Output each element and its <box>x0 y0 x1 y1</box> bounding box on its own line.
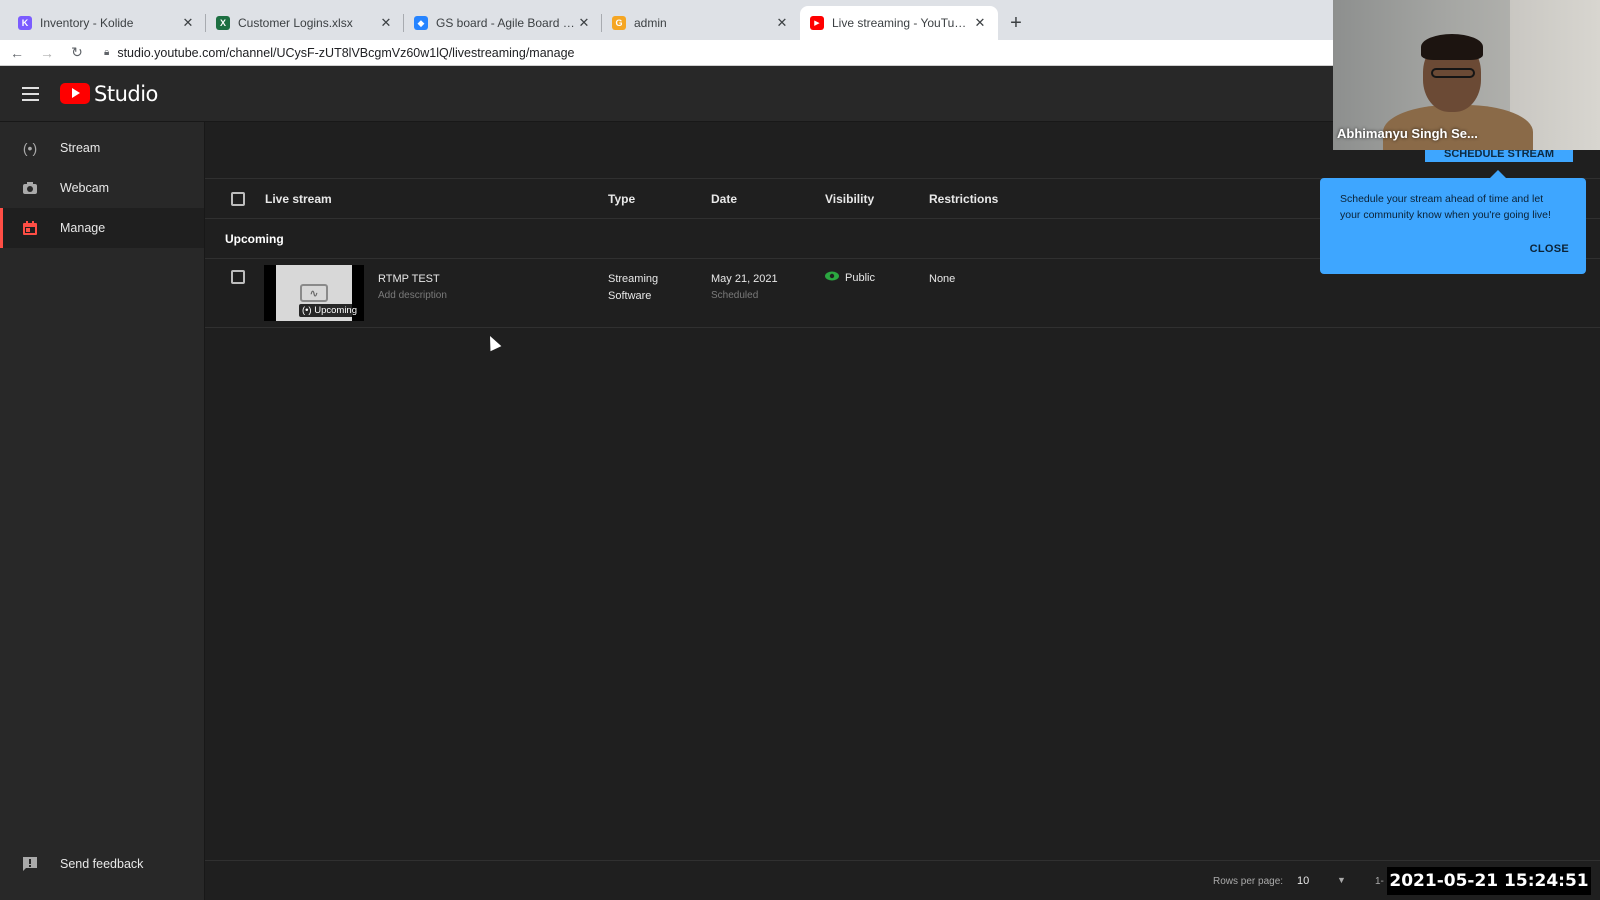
stream-thumbnail[interactable]: ∿ (•) Upcoming <box>264 265 364 321</box>
sidebar-item-label: Stream <box>60 141 101 155</box>
section-label: Upcoming <box>225 232 284 246</box>
stream-date: May 21, 2021 <box>711 273 778 285</box>
eye-icon <box>825 271 839 284</box>
column-header-visibility[interactable]: Visibility <box>825 192 874 206</box>
youtube-logo-icon <box>60 83 90 104</box>
schedule-tooltip: Schedule your stream ahead of time and l… <box>1320 170 1586 274</box>
feedback-icon <box>20 854 40 874</box>
stream-type-line2: Software <box>608 290 652 302</box>
webcam-overlay: Abhimanyu Singh Se... <box>1333 0 1600 150</box>
url-text[interactable]: studio.youtube.com/channel/UCysF-zUT8lVB… <box>117 46 574 60</box>
select-all-checkbox[interactable] <box>231 192 245 206</box>
menu-icon[interactable] <box>0 86 60 101</box>
studio-logo[interactable]: Studio <box>60 82 158 106</box>
jira-icon: ◆ <box>414 16 428 30</box>
tab-title: admin <box>634 16 667 30</box>
sidebar-item-label: Manage <box>60 221 106 235</box>
browser-tab-youtube-studio[interactable]: ▶ Live streaming - YouTube Stud ✕ <box>800 6 998 40</box>
stream-title[interactable]: RTMP TEST <box>378 273 440 285</box>
sidebar: (•) Stream Webcam Manage Send feedback <box>0 122 205 900</box>
column-header-date[interactable]: Date <box>711 192 737 206</box>
close-tab-icon[interactable]: ✕ <box>378 15 394 31</box>
admin-icon: G <box>612 16 626 30</box>
lock-icon[interactable]: 🔒︎ <box>104 47 109 58</box>
column-header-type[interactable]: Type <box>608 192 635 206</box>
stream-type-line1: Streaming <box>608 273 659 285</box>
visibility-cell[interactable]: Public <box>825 271 875 284</box>
tab-title: Customer Logins.xlsx <box>238 16 353 30</box>
webcam-person-glasses <box>1431 68 1475 78</box>
logo-text: Studio <box>94 81 158 106</box>
broadcast-icon: (•) <box>22 140 38 156</box>
participant-name: Abhimanyu Singh Se... <box>1337 126 1478 141</box>
rows-per-page-label: Rows per page: <box>1213 876 1284 887</box>
recording-timestamp: 2021-05-21 15:24:51 <box>1387 867 1591 895</box>
send-feedback-button[interactable]: Send feedback <box>0 844 205 884</box>
browser-tab-excel[interactable]: X Customer Logins.xlsx ✕ <box>206 6 404 40</box>
new-tab-button[interactable]: + <box>1002 9 1030 37</box>
live-waveform-icon: ∿ <box>300 284 328 302</box>
forward-arrow-icon[interactable]: → <box>34 45 60 61</box>
sidebar-item-label: Webcam <box>60 181 110 195</box>
camera-icon <box>20 178 40 198</box>
schedule-stream-button[interactable]: SCHEDULE STREAM <box>1425 148 1573 162</box>
back-arrow-icon[interactable]: ← <box>4 45 30 61</box>
column-header-live-stream[interactable]: Live stream <box>265 192 332 206</box>
tooltip-text: Schedule your stream ahead of time and l… <box>1340 193 1551 221</box>
page-range: 1- <box>1375 876 1384 887</box>
webcam-person-hair <box>1421 34 1483 60</box>
restrictions-value: None <box>929 273 956 285</box>
calendar-icon <box>20 218 40 238</box>
row-checkbox[interactable] <box>231 270 245 284</box>
browser-tab-kolide[interactable]: K Inventory - Kolide ✕ <box>8 6 206 40</box>
close-tab-icon[interactable]: ✕ <box>774 15 790 31</box>
sidebar-item-stream[interactable]: (•) Stream <box>0 128 204 168</box>
kolide-icon: K <box>18 16 32 30</box>
reload-icon[interactable]: ↻ <box>64 44 90 61</box>
upcoming-badge: (•) Upcoming <box>298 304 360 317</box>
column-header-restrictions[interactable]: Restrictions <box>929 192 998 206</box>
visibility-label: Public <box>845 272 875 284</box>
tab-title: Live streaming - YouTube Stud <box>832 16 972 30</box>
browser-tab-admin[interactable]: G admin ✕ <box>602 6 800 40</box>
rows-per-page-select[interactable]: 10 <box>1297 875 1309 887</box>
youtube-icon: ▶ <box>810 16 824 30</box>
feedback-label: Send feedback <box>60 857 144 871</box>
sidebar-item-manage[interactable]: Manage <box>0 208 204 248</box>
close-tab-icon[interactable]: ✕ <box>972 15 988 31</box>
sidebar-item-webcam[interactable]: Webcam <box>0 168 204 208</box>
chevron-down-icon[interactable]: ▼ <box>1337 875 1346 885</box>
tab-title: Inventory - Kolide <box>40 16 134 30</box>
excel-icon: X <box>216 16 230 30</box>
add-description-link[interactable]: Add description <box>378 290 447 301</box>
tab-title: GS board - Agile Board - Jira <box>436 16 576 30</box>
tooltip-close-button[interactable]: CLOSE <box>1530 241 1569 257</box>
stream-date-status: Scheduled <box>711 290 759 301</box>
close-tab-icon[interactable]: ✕ <box>180 15 196 31</box>
browser-tab-jira[interactable]: ◆ GS board - Agile Board - Jira ✕ <box>404 6 602 40</box>
close-tab-icon[interactable]: ✕ <box>576 15 592 31</box>
